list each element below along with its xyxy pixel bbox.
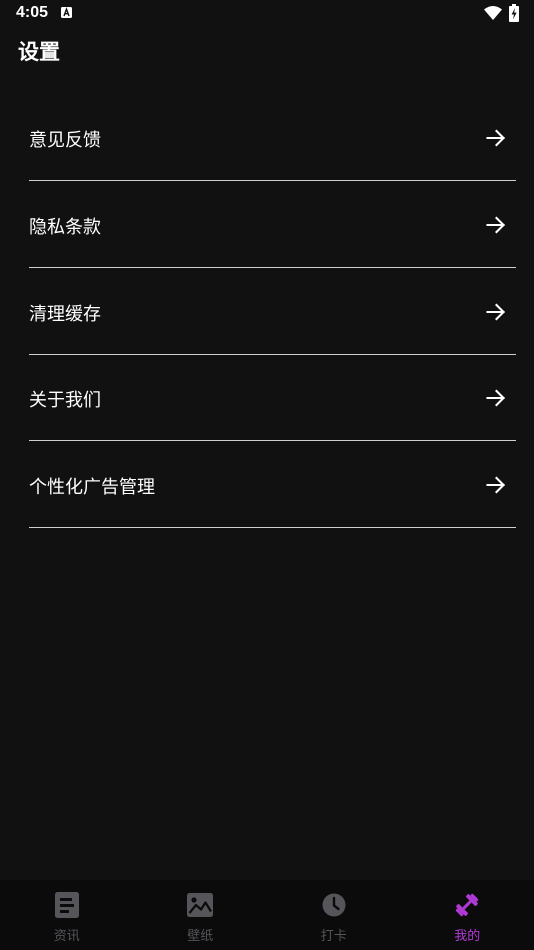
image-icon xyxy=(187,893,214,917)
clock-icon xyxy=(322,893,346,917)
nav-label: 打卡 xyxy=(320,929,347,944)
nav-label: 资讯 xyxy=(53,929,80,944)
nav-item-checkin[interactable]: 打卡 xyxy=(267,880,401,950)
article-icon xyxy=(54,892,79,918)
page-title: 设置 xyxy=(18,40,60,64)
settings-item-label: 关于我们 xyxy=(29,390,101,412)
arrow-right-icon xyxy=(486,129,505,147)
nav-label: 壁纸 xyxy=(187,929,214,944)
settings-item-about[interactable]: 关于我们 xyxy=(29,355,516,442)
arrow-right-icon xyxy=(486,303,505,321)
status-bar: 4:05 xyxy=(0,0,534,28)
dumbbell-icon xyxy=(455,893,479,917)
nav-item-mine[interactable]: 我的 xyxy=(401,880,534,950)
settings-item-label: 清理缓存 xyxy=(29,303,101,325)
wifi-icon xyxy=(484,6,502,20)
a-box-icon xyxy=(61,7,72,18)
bottom-nav: 资讯 壁纸 打卡 我的 xyxy=(0,880,534,950)
arrow-right-icon xyxy=(486,216,505,234)
nav-item-wallpaper[interactable]: 壁纸 xyxy=(134,880,268,950)
settings-item-feedback[interactable]: 意见反馈 xyxy=(29,95,516,181)
settings-item-ad-management[interactable]: 个性化广告管理 xyxy=(29,442,516,529)
settings-item-privacy[interactable]: 隐私条款 xyxy=(29,182,516,268)
settings-item-label: 个性化广告管理 xyxy=(29,477,155,499)
settings-item-label: 意见反馈 xyxy=(29,130,101,151)
arrow-right-icon xyxy=(486,389,505,407)
settings-list: 意见反馈 隐私条款 清理缓存 关于我们 个性化广告管理 xyxy=(29,95,516,529)
settings-item-label: 隐私条款 xyxy=(29,216,101,238)
status-time: 4:05 xyxy=(16,4,49,21)
nav-label: 我的 xyxy=(454,929,481,944)
nav-item-news[interactable]: 资讯 xyxy=(0,880,134,950)
settings-item-clear-cache[interactable]: 清理缓存 xyxy=(29,269,516,355)
battery-charging-icon xyxy=(509,4,519,22)
arrow-right-icon xyxy=(486,476,505,494)
